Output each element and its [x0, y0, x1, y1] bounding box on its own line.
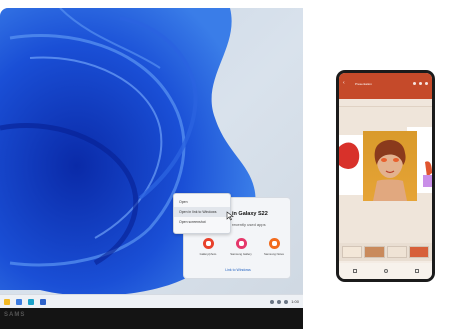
context-menu: Open Open in link to Windows Open screen… [173, 193, 231, 234]
app-icon [268, 238, 280, 249]
link-to-windows-link[interactable]: Link to Windows [184, 268, 292, 272]
edge-icon[interactable] [28, 298, 34, 305]
slide-thumbnails [339, 243, 432, 261]
recent-app-label: Gallery/photo [199, 252, 217, 256]
recent-app-label: Samsung Notes [264, 252, 284, 256]
taskbar: 1:00 [0, 294, 303, 308]
chevron-up-icon[interactable] [270, 299, 275, 304]
slide-thumbnail[interactable] [342, 246, 363, 258]
recents-icon[interactable] [352, 269, 357, 273]
phone-device: ‹ Presentation [336, 70, 435, 282]
more-icon[interactable] [425, 82, 428, 85]
undo-icon[interactable] [413, 82, 416, 85]
recent-apps-row: Gallery/photo Samsung Gallery Samsung No… [194, 238, 288, 256]
recent-app-3[interactable]: Samsung Notes [260, 238, 288, 256]
share-icon[interactable] [419, 82, 422, 85]
menu-item-open-in-link[interactable]: Open in link to Windows [174, 207, 230, 217]
menu-item-open-screenshot[interactable]: Open screenshot [174, 217, 230, 227]
recent-app-2[interactable]: Samsung Gallery [227, 238, 255, 256]
folder-icon[interactable] [16, 298, 22, 305]
flyout-subtitle: recently used apps [232, 222, 266, 227]
store-icon[interactable] [40, 298, 46, 305]
back-arrow-icon[interactable]: ‹ [343, 81, 345, 86]
toolbar-ribbon [339, 99, 432, 107]
slide-thumbnail[interactable] [408, 246, 429, 258]
recent-app-label: Samsung Gallery [230, 252, 252, 256]
back-icon[interactable] [414, 269, 419, 273]
portrait-image [373, 140, 407, 201]
home-icon[interactable] [383, 269, 388, 273]
watermark: SAMS [4, 312, 26, 318]
menu-item-open[interactable]: Open [174, 197, 230, 207]
flyout-title: in Galaxy S22 [232, 211, 268, 217]
app-header: ‹ Presentation [339, 73, 432, 99]
portrait-photo [363, 131, 417, 201]
header-actions[interactable] [413, 82, 428, 85]
app-title: Presentation [355, 82, 372, 86]
volume-icon[interactable] [284, 299, 289, 304]
phone-screen: ‹ Presentation [339, 73, 432, 279]
app-icon [235, 238, 247, 249]
clock-time[interactable]: 1:00 [291, 299, 299, 304]
slide-thumbnail[interactable] [364, 246, 385, 258]
wifi-icon[interactable] [277, 299, 282, 304]
app-icon [202, 238, 214, 249]
system-tray[interactable]: 1:00 [270, 299, 299, 304]
slide-thumbnail[interactable] [386, 246, 407, 258]
pointer-cursor-icon [226, 211, 234, 221]
start-icon[interactable] [4, 298, 10, 305]
android-nav-bar [339, 263, 432, 279]
recent-app-1[interactable]: Gallery/photo [194, 238, 222, 256]
video-caption-bar: SAMS [0, 308, 303, 329]
